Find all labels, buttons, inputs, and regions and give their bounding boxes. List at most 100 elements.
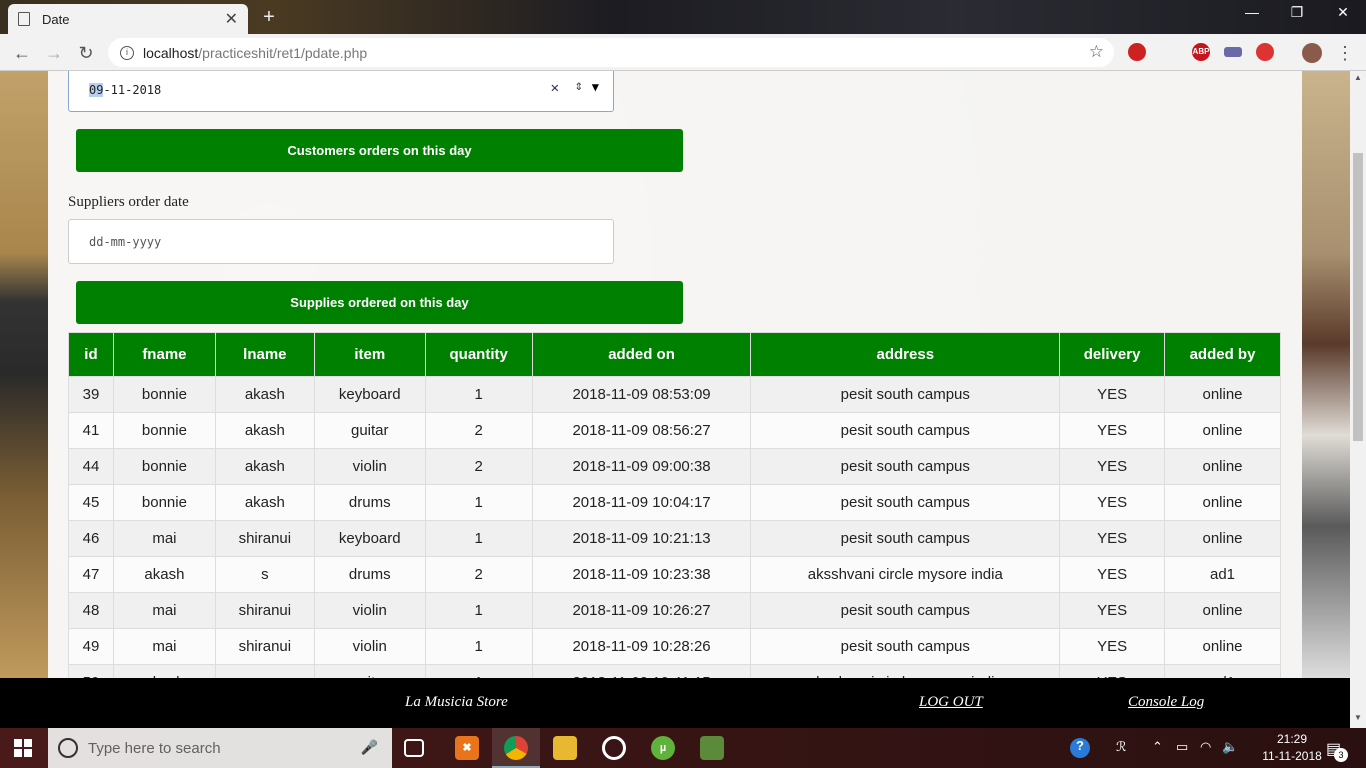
content-panel: 09 -11-2018 ✕ ⇕ ▼ Customers orders on thi… — [48, 71, 1302, 678]
table-cell: YES — [1059, 484, 1166, 521]
windows-start-icon[interactable] — [14, 739, 32, 757]
table-cell: shiranui — [214, 520, 315, 557]
table-cell: 2018-11-09 10:04:17 — [531, 484, 752, 521]
table-cell: aksshvani circle mysore india — [750, 664, 1061, 678]
restore-button[interactable]: ❐ — [1274, 4, 1320, 21]
scroll-down-icon[interactable]: ▼ — [1350, 713, 1366, 722]
column-header: quantity — [424, 332, 533, 377]
customer-date-input[interactable]: 09 -11-2018 ✕ ⇕ ▼ — [68, 71, 614, 112]
table-cell: online — [1164, 628, 1281, 665]
calendar-dropdown-icon[interactable]: ▼ — [592, 80, 599, 94]
table-cell: violin — [313, 628, 426, 665]
extension-icon[interactable] — [1224, 47, 1242, 57]
table-row: 45 bonnie akash drums 1 2018-11-09 10:04:17 pe… — [68, 484, 1281, 521]
page-scrollbar[interactable]: ▲ ▼ — [1350, 71, 1366, 728]
table-row: 48 mai shiranui violin 1 2018-11-09 10:26:27 p… — [68, 592, 1281, 629]
back-button[interactable]: ← — [9, 40, 35, 66]
ghost-icon[interactable] — [1256, 43, 1274, 61]
file-explorer-icon[interactable] — [553, 736, 577, 760]
table-cell: 2018-11-09 10:23:38 — [531, 556, 752, 593]
bookmark-star-icon[interactable]: ☆ — [1089, 42, 1104, 62]
customer-orders-button[interactable]: Customers orders on this day — [76, 129, 683, 172]
volume-icon[interactable]: 🔈 — [1222, 739, 1238, 755]
notepad-plus-icon[interactable] — [700, 736, 724, 760]
xampp-icon[interactable]: ✖ — [455, 736, 479, 760]
browser-toolbar: ← → ↻ i localhost/practiceshit/ret1/pdat… — [0, 34, 1366, 71]
supplier-date-label: Suppliers order date — [68, 194, 189, 210]
table-row: 41 bonnie akash guitar 2 2018-11-09 08:56:27 p… — [68, 412, 1281, 449]
date-spinner-icon[interactable]: ⇕ — [575, 78, 583, 94]
clock-date: 11-11-2018 — [1262, 749, 1322, 763]
table-cell: 48 — [68, 592, 114, 629]
cortana-icon[interactable] — [58, 738, 78, 758]
table-cell: 2018-11-09 10:21:13 — [531, 520, 752, 557]
browser-menu-icon[interactable]: ⋮ — [1332, 40, 1358, 66]
table-cell: aksshvani circle mysore india — [750, 556, 1061, 593]
logout-link[interactable]: LOG OUT — [919, 694, 983, 711]
chrome-icon[interactable] — [504, 736, 528, 760]
table-header-row: id fname lname item quantity added on ad… — [68, 332, 1281, 377]
date-day-segment[interactable]: 09 — [89, 82, 104, 97]
table-cell: akash — [112, 556, 216, 593]
info-icon[interactable]: i — [120, 45, 134, 60]
battery-icon[interactable]: ▭ — [1176, 739, 1188, 755]
abp-icon[interactable]: ABP — [1192, 43, 1210, 61]
close-window-button[interactable]: ✕ — [1320, 4, 1366, 21]
column-header: item — [313, 332, 426, 377]
table-cell: YES — [1059, 592, 1166, 629]
table-cell: online — [1164, 520, 1281, 557]
new-tab-button[interactable]: + — [256, 6, 282, 28]
console-log-link[interactable]: Console Log — [1128, 694, 1204, 711]
table-cell: YES — [1059, 376, 1166, 413]
utorrent-icon[interactable]: µ — [651, 736, 675, 760]
table-cell: 50 — [68, 664, 114, 678]
task-view-icon[interactable] — [404, 739, 424, 757]
minimize-button[interactable]: — — [1229, 4, 1275, 20]
browser-titlebar: Date ✕ + — ❐ ✕ — [0, 0, 1366, 34]
document-icon — [18, 12, 30, 26]
wifi-icon[interactable]: ◠ — [1200, 739, 1211, 755]
system-clock[interactable]: 21:29 11-11-2018 — [1262, 731, 1322, 765]
table-cell: akash — [214, 484, 315, 521]
table-cell: pesit south campus — [750, 520, 1061, 557]
taskbar-search[interactable]: Type here to search 🎤 — [48, 728, 392, 768]
column-header: fname — [112, 332, 216, 377]
reload-button[interactable]: ↻ — [73, 40, 99, 66]
clear-date-icon[interactable]: ✕ — [551, 80, 559, 96]
help-icon[interactable]: ? — [1070, 738, 1090, 758]
scroll-up-icon[interactable]: ▲ — [1350, 73, 1366, 82]
address-bar[interactable]: i localhost/practiceshit/ret1/pdate.php … — [108, 38, 1114, 67]
microphone-icon[interactable]: 🎤 — [361, 739, 378, 756]
table-cell: YES — [1059, 448, 1166, 485]
table-cell: shiranui — [214, 628, 315, 665]
table-cell: pesit south campus — [750, 376, 1061, 413]
table-cell: 1 — [424, 628, 533, 665]
tab-close-icon[interactable]: ✕ — [225, 9, 238, 29]
profile-avatar-icon[interactable] — [1302, 43, 1322, 63]
table-cell: 49 — [68, 628, 114, 665]
table-cell: 1 — [424, 664, 533, 678]
scrollbar-thumb[interactable] — [1353, 153, 1363, 441]
clock-time: 21:29 — [1276, 732, 1308, 746]
table-cell: online — [1164, 448, 1281, 485]
table-row: 46 mai shiranui keyboard 1 2018-11-09 10:21:1… — [68, 520, 1281, 557]
table-cell: 2018-11-09 08:53:09 — [531, 376, 752, 413]
supplier-date-input[interactable]: dd-mm-yyyy — [68, 219, 614, 264]
tray-chevron-icon[interactable]: ⌃ — [1152, 739, 1163, 755]
table-cell: ad1 — [1164, 664, 1281, 678]
supplier-date-placeholder: dd-mm-yyyy — [89, 234, 162, 249]
browser-tab[interactable]: Date ✕ — [8, 4, 248, 34]
date-rest-segment[interactable]: -11-2018 — [103, 83, 161, 97]
column-header: delivery — [1059, 332, 1166, 377]
column-header: address — [750, 332, 1061, 377]
forward-button[interactable]: → — [41, 40, 67, 66]
shield-extension-icon[interactable] — [1128, 43, 1146, 61]
table-cell: 2 — [424, 412, 533, 449]
table-cell: bonnie — [112, 484, 216, 521]
media-player-icon[interactable] — [602, 736, 626, 760]
table-cell: online — [1164, 484, 1281, 521]
taskbar-search-placeholder: Type here to search — [88, 739, 221, 757]
people-icon[interactable]: ℛ — [1116, 739, 1126, 755]
table-cell: pesit south campus — [750, 412, 1061, 449]
supplier-orders-button[interactable]: Supplies ordered on this day — [76, 281, 683, 324]
